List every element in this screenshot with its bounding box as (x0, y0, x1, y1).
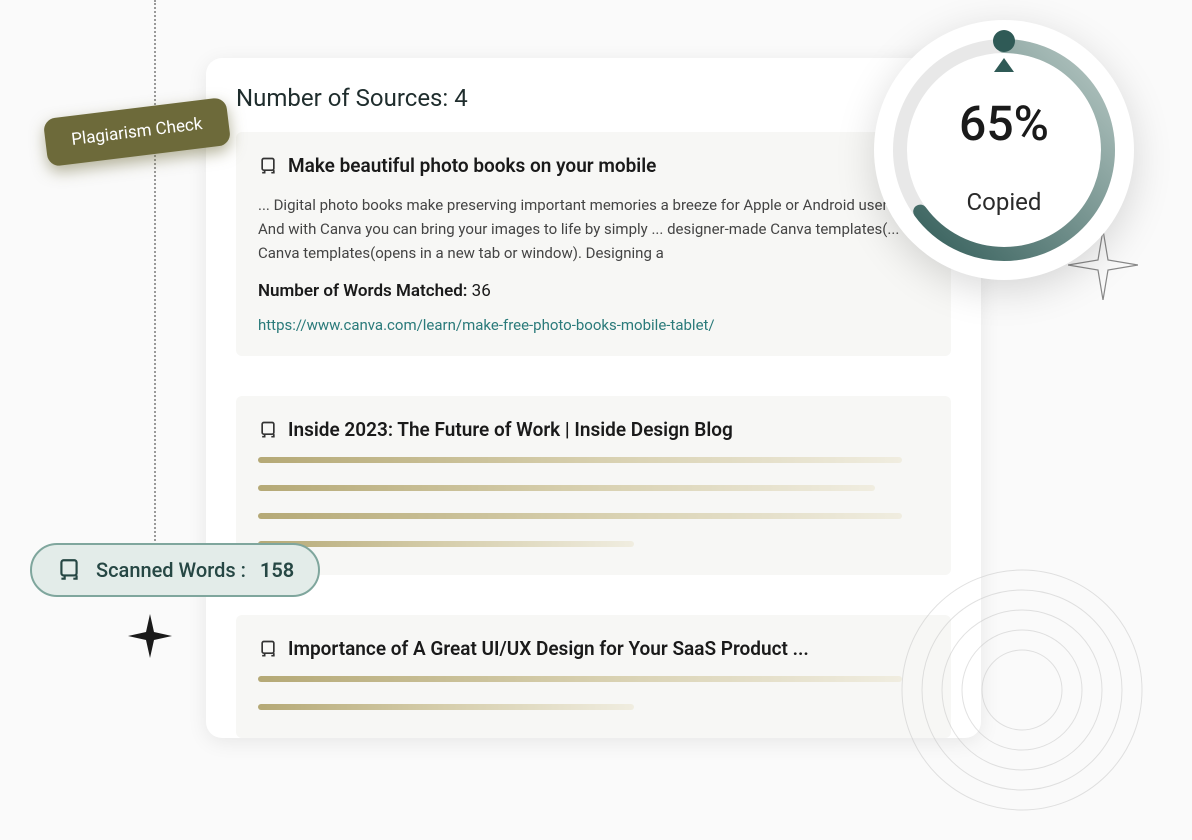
plagiarism-gauge: 65% Copied (874, 20, 1134, 280)
source-title-row: Inside 2023: The Future of Work | Inside… (258, 418, 929, 441)
document-icon (258, 156, 278, 176)
skeleton-line (258, 513, 902, 519)
skeleton-line (258, 485, 875, 491)
source-title: Make beautiful photo books on your mobil… (288, 154, 656, 177)
sources-label-text: Number of Sources: (236, 84, 448, 112)
source-item: Importance of A Great UI/UX Design for Y… (236, 615, 951, 738)
scanned-words-label: Scanned Words : (96, 558, 246, 582)
skeleton-line (258, 457, 902, 463)
timeline-dotted-line (154, 0, 156, 560)
source-title: Inside 2023: The Future of Work | Inside… (288, 418, 733, 441)
gauge-marker-dot (993, 30, 1015, 52)
skeleton-line (258, 704, 634, 710)
sources-card: Number of Sources: 4 Make beautiful phot… (206, 58, 981, 738)
source-item: Make beautiful photo books on your mobil… (236, 132, 951, 356)
source-item: Inside 2023: The Future of Work | Inside… (236, 396, 951, 575)
source-body-text: ... Digital photo books make preserving … (258, 193, 929, 265)
words-matched-value: 36 (472, 281, 491, 301)
source-title: Importance of A Great UI/UX Design for Y… (288, 637, 809, 660)
plagiarism-check-badge: Plagiarism Check (43, 97, 231, 167)
decorative-rings (892, 560, 1152, 820)
gauge-marker-arrow (994, 58, 1014, 72)
sources-header: Number of Sources: 4 (206, 58, 981, 132)
sources-count-value: 4 (454, 84, 468, 112)
scanned-words-value: 158 (260, 558, 294, 582)
words-matched: Number of Words Matched: 36 (258, 281, 929, 301)
sparkle-icon (128, 614, 172, 658)
scanned-words-pill: Scanned Words : 158 (30, 543, 320, 597)
words-matched-label: Number of Words Matched: (258, 281, 467, 301)
document-icon (258, 420, 278, 440)
skeleton-line (258, 676, 902, 682)
skeleton-line (258, 541, 634, 547)
source-title-row: Make beautiful photo books on your mobil… (258, 154, 929, 177)
document-icon (56, 557, 82, 583)
source-title-row: Importance of A Great UI/UX Design for Y… (258, 637, 929, 660)
sources-count-label: Number of Sources: 4 (236, 84, 468, 112)
document-icon (258, 639, 278, 659)
source-url-link[interactable]: https://www.canva.com/learn/make-free-ph… (258, 316, 715, 334)
